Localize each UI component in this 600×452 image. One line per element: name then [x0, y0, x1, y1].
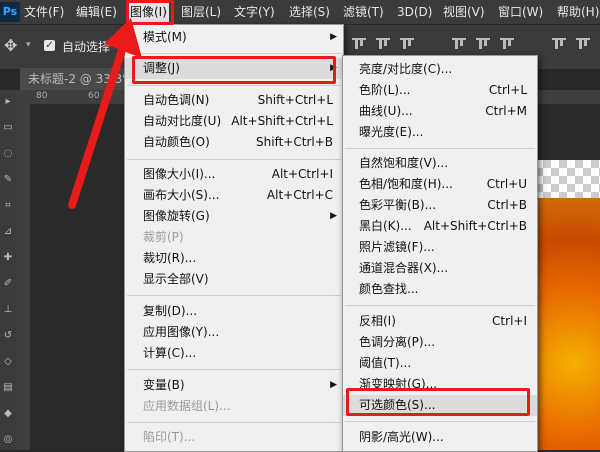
- menu-item-posterize[interactable]: 色调分离(P)...: [343, 332, 537, 353]
- menu-item-mode[interactable]: 模式(M) ▶: [125, 27, 343, 48]
- menu-separator: [127, 295, 341, 296]
- menu-item-auto-contrast[interactable]: 自动对比度(U) Alt+Shift+Ctrl+L: [125, 111, 343, 132]
- menu-item-crop: 裁剪(P): [143, 230, 184, 244]
- menu-separator: [127, 369, 341, 370]
- menu-item-black-white[interactable]: 黑白(K)... Alt+Shift+Ctrl+B: [343, 216, 537, 237]
- menu-item-color-balance[interactable]: 色彩平衡(B)... Ctrl+B: [343, 195, 537, 216]
- move-tool-icon[interactable]: ✥: [4, 36, 17, 55]
- distribute-vcenter-icon[interactable]: [476, 38, 490, 54]
- vertical-ruler: [16, 104, 30, 450]
- menu-layer[interactable]: 图层(L): [181, 0, 221, 24]
- align-top-icon[interactable]: [352, 38, 366, 54]
- align-vcenter-icon[interactable]: [376, 38, 390, 54]
- move-tool-button[interactable]: ▸: [2, 96, 14, 108]
- menu-item-invert[interactable]: 反相(I) Ctrl+I: [343, 311, 537, 332]
- healing-tool-button[interactable]: ✚: [2, 252, 14, 264]
- stamp-tool-button[interactable]: ⊥: [2, 304, 14, 316]
- menu-select[interactable]: 选择(S): [289, 0, 330, 24]
- menu-separator: [127, 85, 341, 86]
- eraser-tool-button[interactable]: ◇: [2, 356, 14, 368]
- distribute-top-icon[interactable]: [452, 38, 466, 54]
- menu-separator: [127, 159, 341, 160]
- menu-item-vibrance[interactable]: 自然饱和度(V)...: [343, 153, 537, 174]
- distribute-left-icon[interactable]: [552, 38, 566, 54]
- menu-item-auto-tone[interactable]: 自动色调(N) Shift+Ctrl+L: [125, 90, 343, 111]
- submenu-arrow-icon: ▶: [330, 32, 337, 42]
- quick-select-tool-button[interactable]: ✎: [2, 174, 14, 186]
- auto-select-checkbox[interactable]: ✓: [44, 40, 55, 51]
- menu-item-hue-saturation[interactable]: 色相/饱和度(H)... Ctrl+U: [343, 174, 537, 195]
- marquee-tool-button[interactable]: ▭: [2, 122, 14, 134]
- menu-item-duplicate[interactable]: 复制(D)...: [125, 301, 343, 322]
- lasso-tool-button[interactable]: ◌: [2, 148, 14, 160]
- ruler-tick-label: 80: [36, 91, 48, 101]
- canvas-image[interactable]: [535, 160, 600, 450]
- menu-item-exposure[interactable]: 曝光度(E)...: [343, 122, 537, 143]
- menu-item-channel-mixer[interactable]: 通道混合器(X)...: [343, 258, 537, 279]
- menu-item-variables[interactable]: 变量(B) ▶: [125, 375, 343, 396]
- menu-window[interactable]: 窗口(W): [498, 0, 543, 24]
- history-brush-tool-button[interactable]: ↺: [2, 330, 14, 342]
- menu-item-apply-image[interactable]: 应用图像(Y)...: [125, 322, 343, 343]
- menu-item-trim[interactable]: 裁切(R)...: [125, 248, 343, 269]
- menu-separator: [345, 305, 535, 306]
- transparency-checkerboard: [535, 160, 600, 198]
- menu-separator: [345, 421, 535, 422]
- menu-separator: [127, 422, 341, 423]
- menu-item-threshold[interactable]: 阈值(T)...: [343, 353, 537, 374]
- menu-item-apply-data-set: 应用数据组(L)...: [143, 399, 231, 413]
- crop-tool-button[interactable]: ⌗: [2, 200, 14, 212]
- menu-help[interactable]: 帮助(H): [557, 0, 599, 24]
- distribute-right-icon[interactable]: [576, 38, 590, 54]
- menu-item-image-rotation[interactable]: 图像旋转(G) ▶: [125, 206, 343, 227]
- highlight-box-image-menu: [126, 0, 174, 25]
- image-menu-dropdown: 模式(M) ▶ 调整(J) ▶ 自动色调(N) Shift+Ctrl+L 自动对比度(…: [124, 24, 344, 452]
- photoshop-logo-icon: Ps: [0, 2, 20, 22]
- ruler-tick-label: 60: [88, 91, 100, 101]
- menu-item-curves[interactable]: 曲线(U)... Ctrl+M: [343, 101, 537, 122]
- menu-view[interactable]: 视图(V): [443, 0, 485, 24]
- menu-type[interactable]: 文字(Y): [234, 0, 275, 24]
- menu-item-color-lookup[interactable]: 颜色查找...: [343, 279, 537, 300]
- eyedropper-tool-button[interactable]: ⊿: [2, 226, 14, 238]
- distribute-bottom-icon[interactable]: [500, 38, 514, 54]
- brush-tool-button[interactable]: ✐: [2, 278, 14, 290]
- dodge-tool-button[interactable]: ◎: [2, 434, 14, 446]
- blur-tool-button[interactable]: ◆: [2, 408, 14, 420]
- menu-separator: [127, 53, 341, 54]
- menu-item-shadows-highlights[interactable]: 阴影/高光(W)...: [343, 427, 537, 448]
- submenu-arrow-icon: ▶: [330, 211, 337, 221]
- menu-edit[interactable]: 编辑(E): [76, 0, 117, 24]
- menu-item-canvas-size[interactable]: 画布大小(S)... Alt+Ctrl+C: [125, 185, 343, 206]
- auto-select-label: 自动选择: [62, 40, 111, 54]
- tools-panel: [0, 90, 16, 450]
- menu-filter[interactable]: 滤镜(T): [343, 0, 384, 24]
- highlight-box-adjustments: [132, 56, 336, 84]
- menu-item-calculations[interactable]: 计算(C)...: [125, 343, 343, 364]
- submenu-arrow-icon: ▶: [330, 380, 337, 390]
- menu-item-trap: 陷印(T)...: [143, 430, 196, 444]
- menu-item-image-size[interactable]: 图像大小(I)... Alt+Ctrl+I: [125, 164, 343, 185]
- menu-3d[interactable]: 3D(D): [397, 0, 432, 24]
- menu-separator: [345, 148, 535, 149]
- menu-file[interactable]: 文件(F): [24, 0, 64, 24]
- highlight-box-selective-color: [346, 388, 530, 416]
- menu-item-brightness-contrast[interactable]: 亮度/对比度(C)...: [343, 59, 537, 80]
- align-bottom-icon[interactable]: [400, 38, 414, 54]
- menu-item-photo-filter[interactable]: 照片滤镜(F)...: [343, 237, 537, 258]
- gradient-tool-button[interactable]: ▤: [2, 382, 14, 394]
- tool-preset-chevron-icon[interactable]: ▾: [26, 40, 31, 50]
- menu-item-auto-color[interactable]: 自动颜色(O) Shift+Ctrl+B: [125, 132, 343, 153]
- menu-item-levels[interactable]: 色阶(L)... Ctrl+L: [343, 80, 537, 101]
- menu-item-reveal-all[interactable]: 显示全部(V): [125, 269, 343, 290]
